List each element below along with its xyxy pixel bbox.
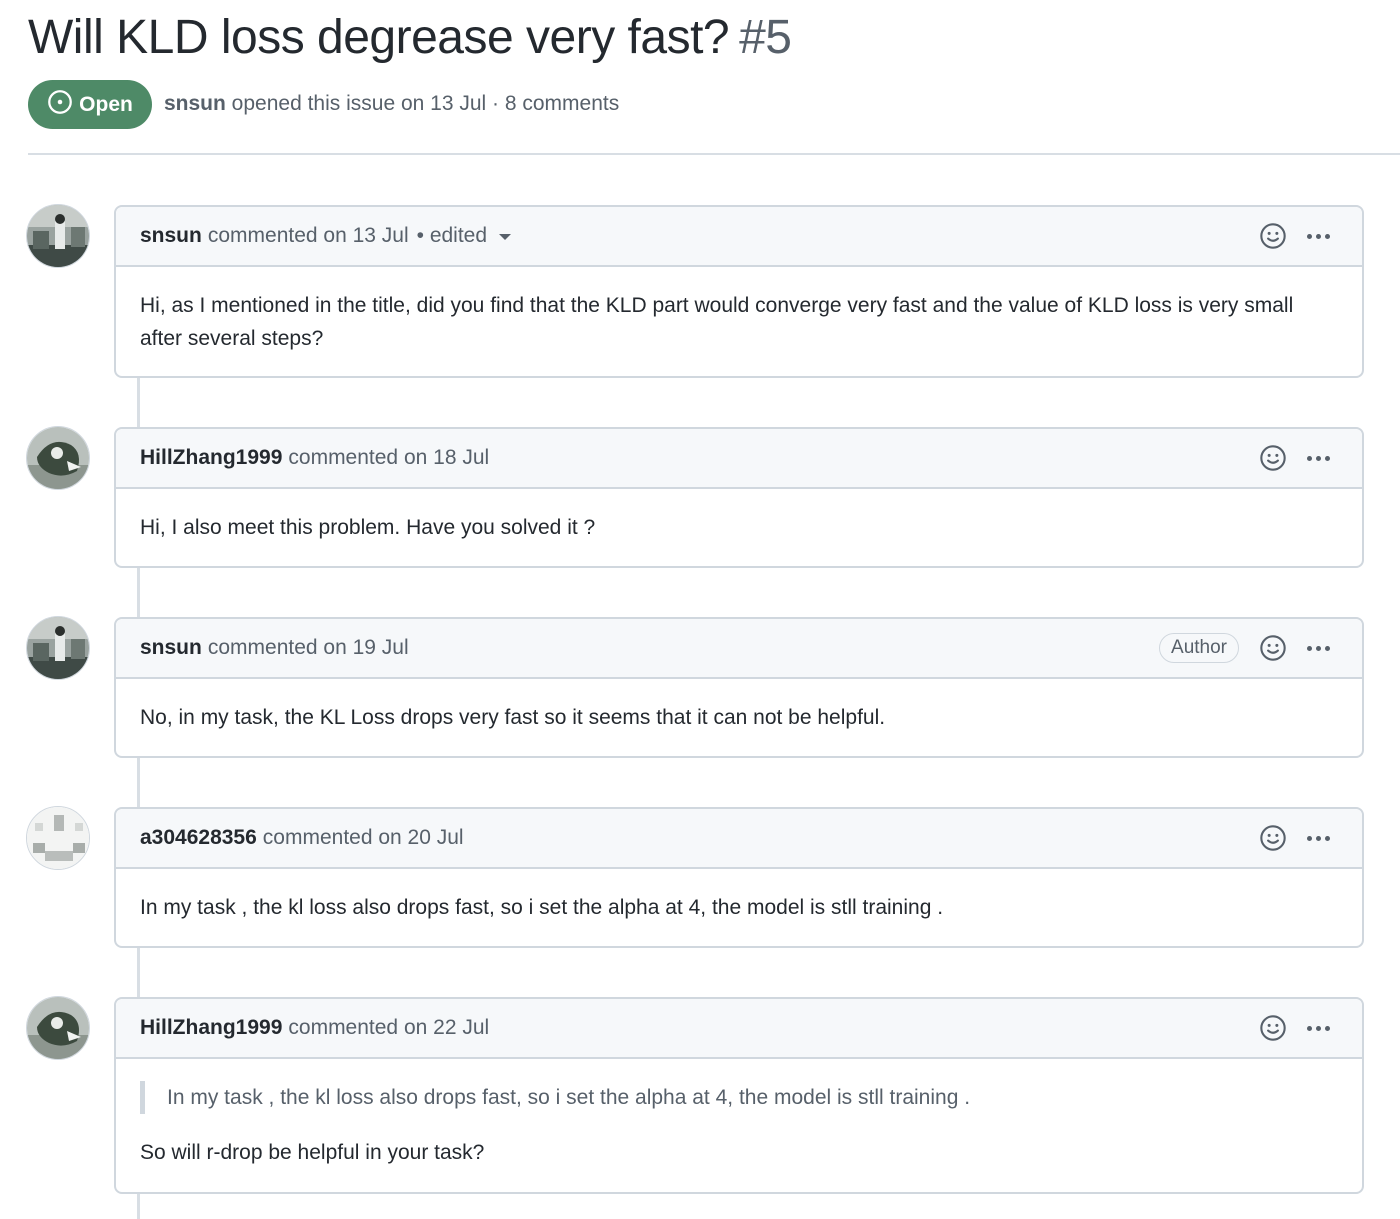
smiley-icon[interactable] (1259, 634, 1287, 662)
comment-card: HillZhang1999 commented on 22 Jul In my … (114, 997, 1364, 1194)
comment-author-link[interactable]: a304628356 (140, 826, 257, 850)
comment-author-link[interactable]: snsun (140, 224, 202, 248)
comment-timestamp[interactable]: commented on 13 Jul (208, 224, 409, 248)
avatar[interactable] (26, 806, 90, 870)
issue-meta-text: opened this issue on 13 Jul · 8 comments (225, 92, 620, 115)
comment-header: HillZhang1999 commented on 22 Jul (116, 999, 1362, 1059)
comment-timestamp[interactable]: commented on 20 Jul (263, 826, 464, 850)
comment-body: In my task , the kl loss also drops fast… (116, 1059, 1362, 1191)
timeline-connector (137, 1194, 140, 1219)
kebab-horizontal-icon[interactable] (1305, 233, 1332, 239)
comment-actions (1259, 222, 1332, 250)
comment-card: a304628356 commented on 20 Jul In my tas… (114, 807, 1364, 948)
kebab-horizontal-icon[interactable] (1305, 1025, 1332, 1031)
issue-state-label: Open (79, 92, 133, 116)
issue-opened-icon (47, 89, 73, 121)
comment-header: a304628356 commented on 20 Jul (116, 809, 1362, 869)
comment-body: Hi, as I mentioned in the title, did you… (140, 294, 1294, 350)
smiley-icon[interactable] (1259, 444, 1287, 472)
comment-actions (1259, 444, 1332, 472)
comment-body: Hi, I also meet this problem. Have you s… (140, 516, 596, 539)
avatar[interactable] (26, 426, 90, 490)
timeline-connector (137, 948, 140, 1000)
comment-author-link[interactable]: HillZhang1999 (140, 446, 282, 470)
issue-title: Will KLD loss degrease very fast? #5 (28, 10, 792, 65)
smiley-icon[interactable] (1259, 222, 1287, 250)
issue-number: #5 (739, 11, 792, 64)
comment-text: So will r-drop be helpful in your task? (140, 1141, 485, 1164)
timeline-connector (137, 378, 140, 430)
comment-actions (1259, 824, 1332, 852)
kebab-horizontal-icon[interactable] (1305, 455, 1332, 461)
issue-meta: snsun opened this issue on 13 Jul · 8 co… (164, 92, 619, 116)
triangle-down-icon[interactable] (499, 234, 512, 240)
comment-card: snsun commented on 13 Jul • edited Hi, a… (114, 205, 1364, 378)
comment-actions: Author (1159, 633, 1332, 663)
comment-header: snsun commented on 19 Jul Author (116, 619, 1362, 679)
timeline-connector (137, 568, 140, 620)
comment-timestamp[interactable]: commented on 18 Jul (288, 446, 489, 470)
timeline-connector (137, 758, 140, 810)
smiley-icon[interactable] (1259, 824, 1287, 852)
header-divider (28, 153, 1400, 155)
comment-header: snsun commented on 13 Jul • edited (116, 207, 1362, 267)
comment-timestamp[interactable]: commented on 19 Jul (208, 636, 409, 660)
comment-body: No, in my task, the KL Loss drops very f… (140, 706, 886, 729)
comment-header: HillZhang1999 commented on 18 Jul (116, 429, 1362, 489)
author-badge: Author (1159, 633, 1239, 663)
issue-state-badge: Open (28, 80, 152, 129)
blockquote: In my task , the kl loss also drops fast… (140, 1081, 1338, 1114)
comment-author-link[interactable]: HillZhang1999 (140, 1016, 282, 1040)
kebab-horizontal-icon[interactable] (1305, 835, 1332, 841)
smiley-icon[interactable] (1259, 1014, 1287, 1042)
comment-card: snsun commented on 19 Jul Author No, in … (114, 617, 1364, 758)
comment-timestamp[interactable]: commented on 22 Jul (288, 1016, 489, 1040)
avatar[interactable] (26, 616, 90, 680)
comment-card: HillZhang1999 commented on 18 Jul Hi, I … (114, 427, 1364, 568)
edited-indicator[interactable]: • edited (417, 224, 487, 248)
avatar[interactable] (26, 996, 90, 1060)
avatar[interactable] (26, 204, 90, 268)
kebab-horizontal-icon[interactable] (1305, 645, 1332, 651)
comment-body: In my task , the kl loss also drops fast… (140, 896, 944, 919)
issue-title-text: Will KLD loss degrease very fast? (28, 11, 730, 64)
comment-actions (1259, 1014, 1332, 1042)
issue-author-link[interactable]: snsun (164, 92, 226, 115)
comment-author-link[interactable]: snsun (140, 636, 202, 660)
